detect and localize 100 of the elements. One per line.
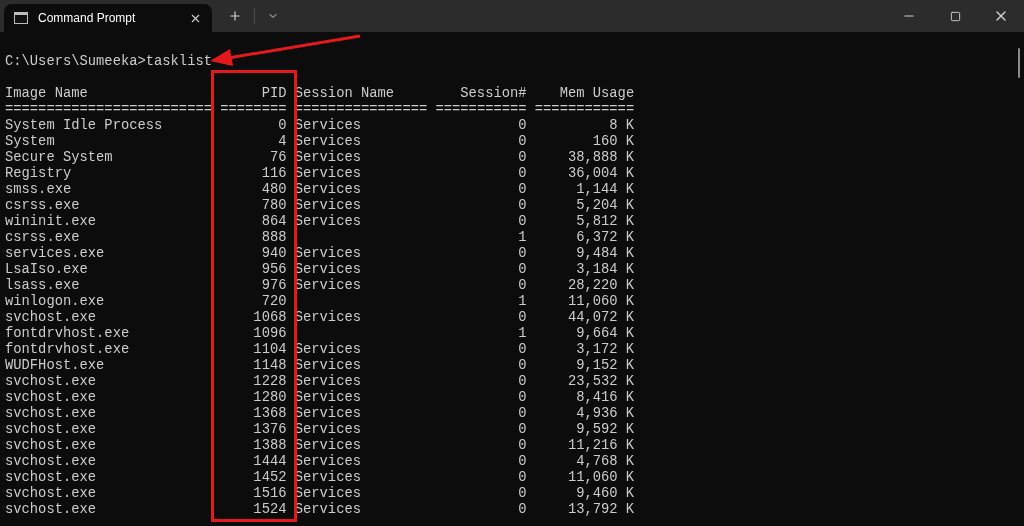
table-cell-text: 480	[260, 182, 287, 198]
column-header: Image Name	[5, 86, 89, 102]
table-cell-text: Services	[294, 390, 362, 406]
table-cell-text: 0	[517, 486, 527, 502]
table-cell-text: Services	[294, 422, 362, 438]
table-cell-text: 9,152 K	[575, 358, 635, 374]
table-cell-text: csrss.exe	[5, 198, 81, 214]
table-cell-text: 5,204 K	[575, 198, 635, 214]
table-cell-text: 6,372 K	[575, 230, 635, 246]
table-cell-text: 0	[517, 246, 527, 262]
table-cell-text: 160 K	[591, 134, 635, 150]
header-rule: =========================	[5, 102, 212, 118]
table-cell-text: 0	[517, 406, 527, 422]
table-cell-text: 4,768 K	[575, 454, 635, 470]
table-cell-text: Services	[294, 406, 362, 422]
table-cell-text: 0	[517, 198, 527, 214]
table-cell-text: svchost.exe	[5, 422, 98, 438]
table-cell-text: Services	[294, 454, 362, 470]
table-cell-text: 3,172 K	[575, 342, 635, 358]
table-cell-text: 888	[260, 230, 287, 246]
table-cell-text: 11,060 K	[566, 294, 635, 310]
tab-title: Command Prompt	[38, 11, 137, 25]
table-cell-text: Services	[294, 262, 362, 278]
table-cell-text: 0	[517, 134, 527, 150]
table-cell-text: Services	[294, 310, 362, 326]
scrollbar-thumb[interactable]	[1018, 48, 1020, 78]
table-cell-text: 0	[517, 358, 527, 374]
table-cell-text: Services	[294, 358, 362, 374]
table-cell-text: System Idle Process	[5, 118, 164, 134]
table-cell-text: Services	[294, 166, 362, 182]
table-cell-text: 1444	[252, 454, 287, 470]
table-cell-text: 1228	[252, 374, 287, 390]
table-cell-text: 0	[517, 390, 527, 406]
table-cell-text: 0	[517, 278, 527, 294]
header-rule: ============	[534, 102, 635, 118]
table-cell-text: 0	[517, 182, 527, 198]
table-cell-text: LsaIso.exe	[5, 262, 89, 278]
table-cell-text: 13,792 K	[566, 502, 635, 518]
table-cell-text: Services	[294, 438, 362, 454]
table-cell-text: 0	[517, 422, 527, 438]
table-cell-text: 0	[517, 502, 527, 518]
table-cell-text: svchost.exe	[5, 390, 98, 406]
table-cell-text: Services	[294, 118, 362, 134]
table-cell-text: 0	[517, 438, 527, 454]
table-cell-text: 1516	[252, 486, 287, 502]
table-cell-text: svchost.exe	[5, 374, 98, 390]
table-cell-text: 0	[517, 166, 527, 182]
table-cell-text: System	[5, 134, 56, 150]
table-cell-text: 23,532 K	[566, 374, 635, 390]
table-cell-text: svchost.exe	[5, 470, 98, 486]
column-header: Session Name	[294, 86, 396, 102]
table-cell-text: 76	[268, 150, 287, 166]
table-cell-text: wininit.exe	[5, 214, 98, 230]
header-rule: ================	[294, 102, 428, 118]
table-cell-text: 0	[517, 118, 527, 134]
table-cell-text: Services	[294, 182, 362, 198]
table-cell-text: Services	[294, 214, 362, 230]
table-cell-text: csrss.exe	[5, 230, 81, 246]
table-cell-text: 1096	[252, 326, 287, 342]
table-cell-text: 1524	[252, 502, 287, 518]
table-cell-text: 9,664 K	[575, 326, 635, 342]
header-rule: ========	[220, 102, 287, 118]
table-cell-text: Services	[294, 246, 362, 262]
table-cell-text: 8,416 K	[575, 390, 635, 406]
table-cell-text: svchost.exe	[5, 502, 98, 518]
table-cell-text: 1148	[252, 358, 287, 374]
table-cell-text: 1368	[252, 406, 287, 422]
table-cell-text: svchost.exe	[5, 310, 98, 326]
table-cell-text: Services	[294, 486, 362, 502]
table-cell-text: Services	[294, 278, 362, 294]
table-cell-text: smss.exe	[5, 182, 73, 198]
table-cell-text: fontdrvhost.exe	[5, 326, 131, 342]
table-cell-text: 36,004 K	[566, 166, 635, 182]
table-cell-text: 1	[517, 294, 527, 310]
table-cell-text: winlogon.exe	[5, 294, 106, 310]
table-cell-text: 1,144 K	[575, 182, 635, 198]
table-cell-text: Services	[294, 198, 362, 214]
table-cell-text: Services	[294, 502, 362, 518]
table-cell-text: Services	[294, 470, 362, 486]
table-cell-text: 0	[517, 374, 527, 390]
table-cell-text: Services	[294, 150, 362, 166]
table-cell-text: 5,812 K	[575, 214, 635, 230]
table-cell-text: lsass.exe	[5, 278, 81, 294]
table-cell-text: 0	[517, 342, 527, 358]
table-cell-text: 0	[517, 454, 527, 470]
table-cell-text: fontdrvhost.exe	[5, 342, 131, 358]
table-cell-text: 976	[260, 278, 287, 294]
new-tab-icon[interactable]	[228, 9, 242, 23]
table-cell-text: 1	[517, 326, 527, 342]
table-cell-text: 0	[517, 310, 527, 326]
table-cell-text: 780	[260, 198, 287, 214]
table-cell-text: 0	[277, 118, 287, 134]
table-cell-text: Registry	[5, 166, 73, 182]
table-cell-text: 3,184 K	[575, 262, 635, 278]
tab[interactable]: Command Prompt	[4, 4, 212, 32]
table-cell-text: svchost.exe	[5, 438, 98, 454]
table-cell-text: svchost.exe	[5, 406, 98, 422]
table-cell-text: 1	[517, 230, 527, 246]
table-cell-text: 28,220 K	[566, 278, 635, 294]
column-header: PID	[260, 86, 287, 102]
